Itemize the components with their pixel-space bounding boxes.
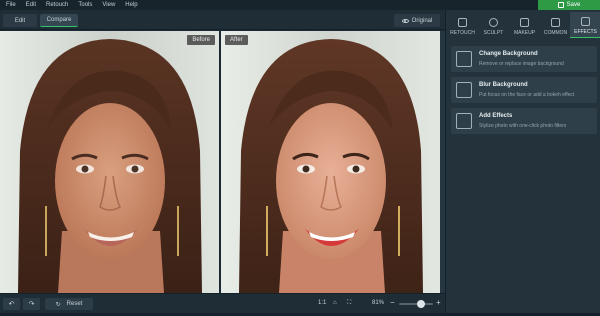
zoom-in-button[interactable]: + [436,298,441,307]
common-icon [551,18,560,27]
tab-sculpt[interactable]: SCULPT [478,12,509,38]
tab-common-label: COMMON [543,30,568,36]
before-label: Before [187,35,215,45]
effect-add-effects[interactable]: Add Effects Stylize photo with one-click… [451,108,597,134]
original-label: Original [411,17,433,24]
hand-icon[interactable]: ⌂ [333,300,337,306]
before-photo [0,31,219,293]
background-icon [456,51,472,67]
menu-view[interactable]: View [102,0,115,10]
right-panel: RETOUCH SCULPT MAKEUP COMMON EFFECTS Cha… [445,10,600,316]
save-icon [557,2,564,8]
bottom-toolbar: ↶ ↷ ↻ Reset 1:1 ⌂ ⛶ 81% − + [0,293,445,313]
save-label: Save [566,2,581,8]
effect-desc: Put focus on the face or add a bokeh eff… [479,92,575,98]
zoom-out-button[interactable]: − [390,298,395,307]
reset-icon: ↻ [55,301,61,308]
after-photo [221,31,440,293]
zoom-value: 81% [372,300,385,306]
retouch-icon [458,18,467,27]
tab-edit[interactable]: Edit [3,14,37,27]
makeup-icon [520,18,529,27]
menu-retouch[interactable]: Retouch [46,0,68,10]
tab-makeup[interactable]: MAKEUP [509,12,540,38]
effect-desc: Stylize photo with one-click photo filte… [479,123,567,129]
after-panel: After [221,31,440,293]
save-button[interactable]: Save [538,0,600,10]
redo-button[interactable]: ↷ [23,298,40,310]
eye-icon [401,18,409,23]
tab-retouch-label: RETOUCH [450,30,475,36]
effect-change-background[interactable]: Change Background Remove or replace imag… [451,46,597,72]
original-button[interactable]: Original [394,14,440,27]
fit-screen-icon[interactable]: ⛶ [347,300,351,307]
tab-sculpt-label: SCULPT [483,30,504,36]
image-canvas[interactable]: Before After [0,31,445,293]
redo-icon: ↷ [28,301,35,308]
magic-wand-icon [456,113,472,129]
zoom-slider[interactable] [399,300,433,308]
before-panel: Before [0,31,219,293]
effects-icon [581,17,590,26]
menu-edit[interactable]: Edit [26,0,36,10]
tab-effects-label: EFFECTS [574,29,597,35]
effect-blur-background[interactable]: Blur Background Put focus on the face or… [451,77,597,103]
effect-desc: Remove or replace image background [479,61,564,67]
menu-file[interactable]: File [6,0,16,10]
effect-title: Change Background [479,51,538,57]
reset-label: Reset [66,301,83,307]
effect-title: Add Effects [479,113,513,119]
tab-makeup-label: MAKEUP [513,30,536,36]
menu-tools[interactable]: Tools [78,0,92,10]
zoom-slider-handle[interactable] [417,300,425,308]
effect-title: Blur Background [479,82,528,88]
tab-compare[interactable]: Compare [40,14,78,27]
reset-button[interactable]: ↻ Reset [45,298,93,310]
actual-size-button[interactable]: 1:1 [318,300,326,306]
view-toolbar: Edit Compare Original [0,10,445,30]
sculpt-icon [489,18,498,27]
undo-button[interactable]: ↶ [3,298,20,310]
menu-bar: File Edit Retouch Tools View Help Save [0,0,600,10]
tab-common[interactable]: COMMON [540,12,571,38]
blur-icon [456,82,472,98]
tab-retouch[interactable]: RETOUCH [447,12,478,38]
after-label: After [225,35,248,45]
undo-icon: ↶ [8,301,15,308]
tab-effects[interactable]: EFFECTS [570,12,600,38]
menu-help[interactable]: Help [125,0,137,10]
